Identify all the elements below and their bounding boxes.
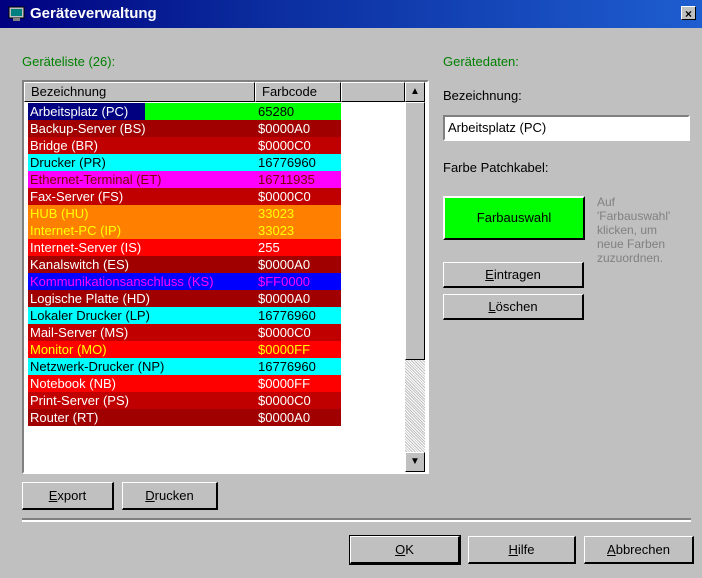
- export-button[interactable]: Export: [22, 482, 114, 510]
- table-row[interactable]: Drucker (PR) 16776960: [28, 154, 341, 171]
- device-name-cell: Mail-Server (MS): [30, 325, 129, 340]
- device-name-cell: Logische Platte (HD): [30, 291, 150, 306]
- device-name-cell: Internet-Server (IS): [30, 240, 142, 255]
- device-list-label: Geräteliste (26):: [22, 54, 116, 69]
- color-code-cell: $0000C0: [258, 138, 311, 153]
- color-code-cell: 16776960: [258, 155, 316, 170]
- color-picker-button[interactable]: Farbauswahl: [443, 196, 585, 240]
- enter-button[interactable]: Eintragen: [443, 262, 584, 288]
- table-row[interactable]: Ethernet-Terminal (ET) 16711935: [28, 171, 341, 188]
- color-code-cell: $0000A0: [258, 257, 311, 272]
- delete-button[interactable]: Löschen: [443, 294, 584, 320]
- table-row[interactable]: Lokaler Drucker (LP) 16776960: [28, 307, 341, 324]
- column-header-name[interactable]: Bezeichnung: [24, 82, 255, 102]
- ok-label: K: [405, 542, 414, 557]
- color-code-cell: 16776960: [258, 359, 316, 374]
- scroll-up-arrow-icon[interactable]: ▲: [405, 82, 425, 102]
- color-hint-text: Auf 'Farbauswahl' klicken, um neue Farbe…: [597, 195, 671, 265]
- color-code-cell: 16776960: [258, 308, 316, 323]
- table-row[interactable]: Logische Platte (HD) $0000A0: [28, 290, 341, 307]
- scroll-down-arrow-icon[interactable]: ▼: [405, 452, 425, 472]
- table-row[interactable]: Backup-Server (BS) $0000A0: [28, 120, 341, 137]
- color-code-cell: 16711935: [258, 172, 315, 187]
- title-bar: Geräteverwaltung ×: [0, 0, 702, 28]
- color-code-cell: $FF0000: [258, 274, 311, 289]
- color-code-cell: $0000C0: [258, 189, 311, 204]
- table-row[interactable]: HUB (HU) 33023: [28, 205, 341, 222]
- table-row[interactable]: Fax-Server (FS) $0000C0: [28, 188, 341, 205]
- ok-button[interactable]: OK: [349, 535, 461, 565]
- window-title: Geräteverwaltung: [30, 5, 157, 22]
- color-code-cell: 255: [258, 240, 280, 255]
- vertical-scrollbar[interactable]: ▲ ▼: [405, 82, 425, 472]
- device-rows: Arbeitsplatz (PC) 65280 Backup-Server (BS)…: [28, 103, 341, 426]
- device-name-cell: Kanalswitch (ES): [30, 257, 129, 272]
- cancel-label: bbrechen: [615, 542, 670, 557]
- color-code-cell: $0000A0: [258, 410, 311, 425]
- color-code-cell: 33023: [258, 223, 295, 238]
- app-icon: [8, 6, 25, 21]
- name-label: Bezeichnung:: [443, 88, 522, 103]
- table-row[interactable]: Bridge (BR) $0000C0: [28, 137, 341, 154]
- print-button[interactable]: Drucken: [122, 482, 218, 510]
- cancel-button[interactable]: Abbrechen: [584, 536, 694, 564]
- table-row[interactable]: Internet-Server (IS) 255: [28, 239, 341, 256]
- table-row[interactable]: Print-Server (PS) $0000C0: [28, 392, 341, 409]
- device-name-cell: Drucker (PR): [30, 155, 106, 170]
- table-row[interactable]: Netzwerk-Drucker (NP) 16776960: [28, 358, 341, 375]
- patch-cable-color-label: Farbe Patchkabel:: [443, 160, 549, 175]
- device-name-cell: Ethernet-Terminal (ET): [30, 172, 162, 187]
- device-name-cell: Netzwerk-Drucker (NP): [30, 359, 165, 374]
- color-code-cell: 33023: [258, 206, 295, 221]
- device-details-label: Gerätedaten:: [443, 54, 519, 69]
- table-row[interactable]: Kanalswitch (ES) $0000A0: [28, 256, 341, 273]
- color-code-cell: $0000FF: [258, 376, 311, 391]
- close-button[interactable]: ×: [681, 6, 696, 21]
- device-name-cell: Lokaler Drucker (LP): [30, 308, 150, 323]
- table-row[interactable]: Notebook (NB) $0000FF: [28, 375, 341, 392]
- table-row[interactable]: Kommunikationsanschluss (KS) $FF0000: [28, 273, 341, 290]
- color-code-cell: 65280: [258, 104, 295, 119]
- device-name-cell: Fax-Server (FS): [30, 189, 124, 204]
- color-code-cell: $0000A0: [258, 291, 311, 306]
- column-header-color[interactable]: Farbcode: [255, 82, 341, 102]
- table-row[interactable]: Mail-Server (MS) $0000C0: [28, 324, 341, 341]
- color-code-cell: $0000FF: [258, 342, 311, 357]
- device-name-cell: Print-Server (PS): [30, 393, 129, 408]
- device-name-cell: Bridge (BR): [30, 138, 98, 153]
- color-code-cell: $0000C0: [258, 393, 311, 408]
- help-label: ilfe: [517, 542, 535, 557]
- table-row[interactable]: Router (RT) $0000A0: [28, 409, 341, 426]
- column-header-empty[interactable]: [341, 82, 405, 102]
- delete-label: öschen: [495, 299, 538, 314]
- device-name-cell: Notebook (NB): [30, 376, 116, 391]
- name-input[interactable]: Arbeitsplatz (PC): [443, 115, 690, 141]
- device-name-cell: Backup-Server (BS): [30, 121, 146, 136]
- export-label: xport: [57, 488, 87, 503]
- device-name-cell: Monitor (MO): [30, 342, 107, 357]
- color-code-cell: $0000A0: [258, 121, 311, 136]
- enter-label: intragen: [493, 267, 541, 282]
- device-name-cell: HUB (HU): [30, 206, 89, 221]
- table-row[interactable]: Arbeitsplatz (PC) 65280: [28, 103, 341, 120]
- device-name-cell: Internet-PC (IP): [30, 223, 122, 238]
- color-code-cell: $0000C0: [258, 325, 311, 340]
- separator: [22, 518, 691, 522]
- print-label: rucken: [154, 488, 194, 503]
- device-name-cell: Arbeitsplatz (PC): [28, 103, 145, 120]
- device-name-cell: Router (RT): [30, 410, 99, 425]
- help-button[interactable]: Hilfe: [468, 536, 576, 564]
- table-row[interactable]: Monitor (MO) $0000FF: [28, 341, 341, 358]
- device-name-cell: Kommunikationsanschluss (KS): [30, 274, 214, 289]
- scrollbar-thumb[interactable]: [405, 102, 425, 360]
- device-list[interactable]: Bezeichnung Farbcode Arbeitsplatz (PC) 65…: [22, 80, 429, 474]
- table-row[interactable]: Internet-PC (IP) 33023: [28, 222, 341, 239]
